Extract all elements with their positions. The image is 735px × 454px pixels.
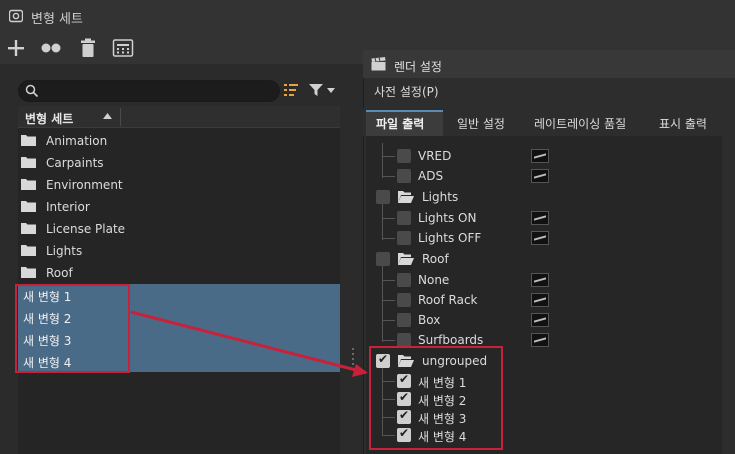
tree-line [382,266,383,342]
dialog-title: 렌더 설정 [394,60,442,74]
variant-thumbnail [531,231,549,245]
folder-icon [21,201,36,212]
splitter-dot[interactable] [352,363,354,365]
column-divider [120,108,121,126]
calculator-icon[interactable] [112,38,134,58]
tab-display-output[interactable]: 표시 출력 [659,115,707,132]
tab-file-output-label[interactable]: 파일 출력 [376,115,424,132]
tree-item-label: None [418,273,450,287]
variant-thumbnail [531,313,549,327]
folder-label: Roof [46,266,73,280]
scrollbar[interactable] [722,136,735,454]
folder-label: Animation [46,134,108,148]
variant-thumbnail [531,333,549,347]
clapperboard-icon [371,57,386,71]
tree-line [383,300,395,301]
folder-icon [21,157,36,168]
chevron-down-icon[interactable] [327,88,335,93]
splitter-dot[interactable] [352,353,354,355]
tree-line [383,238,395,239]
trash-icon[interactable] [77,38,99,58]
sort-icon[interactable] [283,82,299,98]
sort-ascending-icon [103,113,112,119]
checkbox[interactable] [397,211,411,225]
variant-thumbnail [531,149,549,163]
tree-line [383,156,395,157]
folder-icon [21,135,36,146]
tree-item-label: Roof Rack [418,293,478,307]
tree-line [383,320,395,321]
checkbox[interactable] [397,293,411,307]
checkbox[interactable] [397,169,411,183]
folder-open-icon [398,191,414,203]
tree-item-label: Surfboards [418,333,484,347]
tab-raytracing-quality[interactable]: 레이트레이싱 품질 [534,115,626,132]
tree-line [382,143,383,178]
splitter-dot[interactable] [352,348,354,350]
tab-general-settings[interactable]: 일반 설정 [457,115,505,132]
checkbox[interactable] [397,333,411,347]
variant-thumbnail [531,293,549,307]
variant-thumbnail [531,273,549,287]
tree-item-label: ADS [418,169,444,183]
tree-group-label: Roof [422,252,449,266]
tree-item-label: VRED [418,149,452,163]
tree-group-label: Lights [422,190,459,204]
folder-icon [21,267,36,278]
highlight-box [369,346,503,450]
variants-icon[interactable] [40,38,62,58]
folder-icon [21,245,36,256]
highlight-box [15,284,130,373]
folder-label: Lights [46,244,83,258]
column-header-label: 변형 세트 [25,112,74,126]
variant-thumbnail [531,211,549,225]
tree-item-label: Lights OFF [418,231,482,245]
filter-icon[interactable] [309,83,323,97]
tree-line [383,280,395,281]
tree-item-label: Lights ON [418,211,477,225]
folder-open-icon [398,253,414,265]
splitter-dot[interactable] [352,358,354,360]
folder-label: License Plate [46,222,126,236]
search-icon [25,84,39,98]
checkbox[interactable] [397,231,411,245]
presets-menu[interactable]: 사전 설정(P) [374,83,439,100]
variant-sets-icon [9,9,23,23]
checkbox[interactable] [397,273,411,287]
tree-line [382,204,383,240]
checkbox[interactable] [376,190,390,204]
tree-item-label: Box [418,313,441,327]
checkbox[interactable] [397,149,411,163]
tree-line [383,340,395,341]
variant-thumbnail [531,169,549,183]
folder-label: Carpaints [46,156,104,170]
plus-icon[interactable] [5,38,27,58]
window-title: 변형 세트 [31,12,83,27]
folder-label: Environment [46,178,123,192]
folder-icon [21,179,36,190]
tree-line [383,176,395,177]
tree-line [383,218,395,219]
folder-label: Interior [46,200,90,214]
checkbox[interactable] [376,252,390,266]
checkbox[interactable] [397,313,411,327]
folder-icon [21,223,36,234]
search-input[interactable] [18,80,280,102]
title-bar [0,0,735,32]
